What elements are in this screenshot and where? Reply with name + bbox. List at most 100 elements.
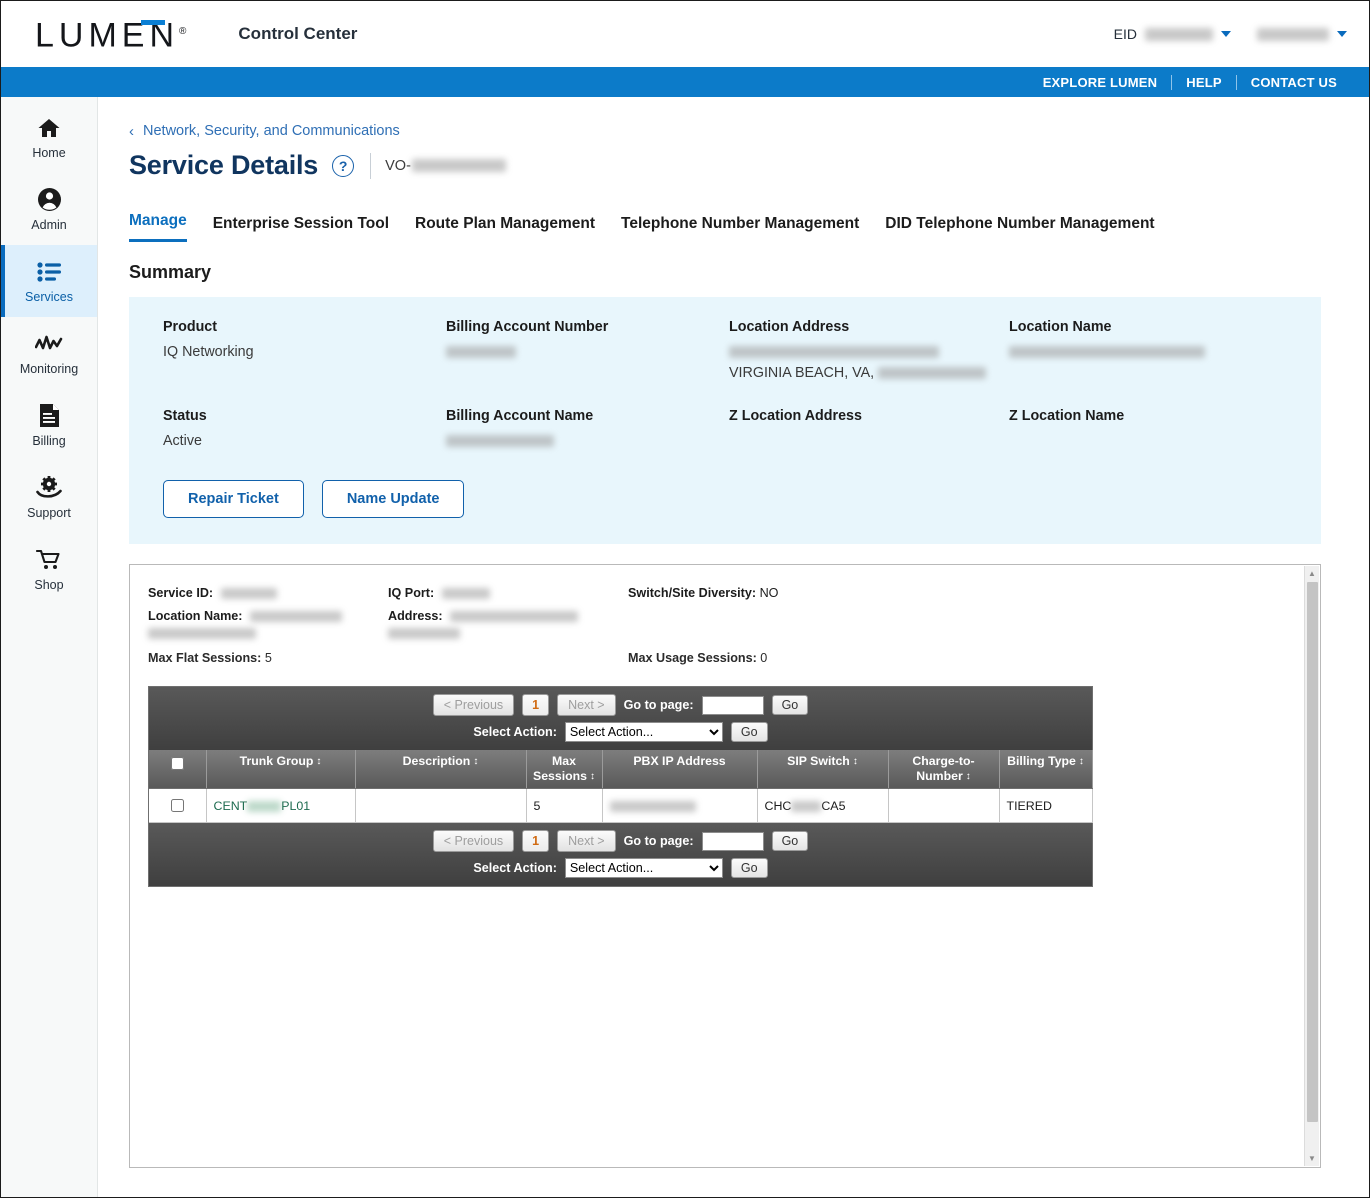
goto-page-go-button-bottom[interactable]: Go: [771, 831, 809, 851]
tab-route-plan-management[interactable]: Route Plan Management: [415, 215, 595, 242]
field-value: [446, 342, 729, 363]
logo-registered-mark: ®: [179, 26, 187, 38]
scrollbar-thumb[interactable]: [1307, 582, 1318, 1122]
scroll-down-arrow-icon[interactable]: ▼: [1305, 1151, 1319, 1166]
sort-icon: ↕: [316, 755, 322, 767]
goto-page-go-button[interactable]: Go: [771, 695, 809, 715]
column-trunk-group[interactable]: Trunk Group ↕: [206, 750, 356, 789]
frame-content: Service ID: IQ Port: Switch/Site Diversi…: [130, 565, 1320, 887]
nav-contact-us[interactable]: CONTACT US: [1237, 75, 1351, 90]
field-value: [446, 431, 729, 452]
goto-page-label-bottom: Go to page:: [623, 834, 694, 848]
column-select-all[interactable]: [149, 750, 207, 789]
page-title-row: Service Details ? VO-: [129, 150, 1337, 181]
name-update-button[interactable]: Name Update: [321, 480, 465, 518]
masked-value: [791, 800, 822, 812]
scroll-up-arrow-icon[interactable]: ▲: [1305, 566, 1319, 581]
table-row: CENT PL01 5 CHC CA5 TIERED: [149, 788, 1093, 823]
breadcrumb-label: Network, Security, and Communications: [143, 123, 400, 139]
pager-action-row: Select Action: Select Action... Go: [149, 722, 1092, 742]
summary-field-z-location-name: Z Location Name: [1009, 408, 1287, 452]
column-label: Max Sessions: [533, 754, 587, 783]
header-account-area: EID: [1114, 26, 1347, 42]
page-1-button[interactable]: 1: [522, 694, 550, 716]
goto-page-label: Go to page:: [623, 698, 694, 712]
info-max-usage-sessions: Max Usage Sessions: 0: [628, 651, 1302, 665]
cell-row-select[interactable]: [149, 788, 207, 823]
cell-pbx-ip-address: [602, 788, 758, 823]
field-label: Status: [163, 408, 207, 424]
tab-did-telephone-number-management[interactable]: DID Telephone Number Management: [885, 215, 1154, 242]
page-1-button-bottom[interactable]: 1: [522, 830, 550, 852]
sidebar-item-support[interactable]: Support: [1, 461, 97, 533]
sip-switch-prefix: CHC: [764, 798, 792, 813]
next-page-button-bottom[interactable]: Next >: [557, 830, 616, 852]
cell-billing-type: TIERED: [999, 788, 1093, 823]
service-id-masked: [411, 159, 506, 172]
eid-selector[interactable]: EID: [1114, 26, 1231, 42]
repair-ticket-button[interactable]: Repair Ticket: [163, 480, 304, 518]
pager-action-row: Select Action: Select Action... Go: [149, 858, 1092, 878]
select-action-go-button-bottom[interactable]: Go: [730, 858, 768, 878]
column-description[interactable]: Description ↕: [355, 750, 527, 789]
pager-nav-row: < Previous 1 Next > Go to page: Go: [149, 694, 1092, 716]
table-header-row: Trunk Group ↕ Description ↕ Max Sessions ↕ …: [149, 750, 1093, 789]
masked-value: [249, 611, 342, 623]
masked-value: [729, 346, 939, 359]
trunk-group-prefix: CENT: [213, 798, 248, 813]
sidebar-item-admin[interactable]: Admin: [1, 173, 97, 245]
tab-manage[interactable]: Manage: [129, 212, 187, 242]
user-menu[interactable]: [1257, 27, 1347, 41]
masked-value: [441, 588, 490, 600]
row-checkbox[interactable]: [171, 799, 185, 812]
sort-icon: ↕: [852, 755, 858, 767]
breadcrumb[interactable]: ‹ Network, Security, and Communications: [129, 123, 1337, 139]
summary-field-billing-account-number: Billing Account Number: [446, 319, 729, 384]
info-iq-port: IQ Port:: [388, 585, 628, 602]
sidebar-item-monitoring[interactable]: Monitoring: [1, 317, 97, 389]
sidebar-item-home[interactable]: Home: [1, 101, 97, 173]
select-all-checkbox[interactable]: [171, 757, 185, 770]
info-label: Switch/Site Diversity:: [628, 586, 757, 600]
session-limits: Max Flat Sessions: 5 Max Usage Sessions:…: [148, 651, 1302, 665]
field-value: VIRGINIA BEACH, VA,: [729, 342, 1009, 384]
next-page-button[interactable]: Next >: [557, 694, 616, 716]
nav-help[interactable]: HELP: [1172, 75, 1235, 90]
summary-card: Product IQ Networking Billing Account Nu…: [129, 297, 1321, 544]
masked-value: [609, 800, 696, 812]
tab-telephone-number-management[interactable]: Telephone Number Management: [621, 215, 859, 242]
previous-page-button-bottom[interactable]: < Previous: [432, 830, 515, 852]
field-label: Location Address: [729, 319, 850, 335]
summary-grid: Product IQ Networking Billing Account Nu…: [163, 319, 1287, 452]
goto-page-input-bottom[interactable]: [701, 831, 764, 851]
select-action-go-button[interactable]: Go: [730, 722, 768, 742]
service-id-prefix: VO-: [385, 157, 411, 174]
column-max-sessions[interactable]: Max Sessions ↕: [526, 750, 603, 789]
column-charge-to-number[interactable]: Charge-to-Number ↕: [888, 750, 1000, 789]
sidebar-item-services[interactable]: Services: [1, 245, 97, 317]
summary-field-location-name: Location Name: [1009, 319, 1287, 384]
sidebar-item-billing[interactable]: Billing: [1, 389, 97, 461]
eid-value-masked: [1145, 27, 1213, 41]
nav-explore-lumen[interactable]: EXPLORE LUMEN: [1029, 75, 1172, 90]
column-pbx-ip-address[interactable]: PBX IP Address: [602, 750, 758, 789]
column-billing-type[interactable]: Billing Type ↕: [999, 750, 1093, 789]
help-icon[interactable]: ?: [332, 154, 355, 177]
select-action-dropdown[interactable]: Select Action...: [564, 722, 723, 742]
lumen-logo[interactable]: LUMEN®: [35, 15, 187, 53]
summary-field-location-address: Location Address VIRGINIA BEACH, VA,: [729, 319, 1009, 384]
tab-enterprise-session-tool[interactable]: Enterprise Session Tool: [213, 215, 389, 242]
frame-vertical-scrollbar[interactable]: ▲ ▼: [1304, 566, 1319, 1166]
trunk-group-link[interactable]: CENT PL01: [214, 799, 311, 813]
select-action-dropdown-bottom[interactable]: Select Action...: [564, 858, 723, 878]
previous-page-button[interactable]: < Previous: [432, 694, 515, 716]
summary-section-title: Summary: [129, 262, 212, 282]
column-sip-switch[interactable]: SIP Switch ↕: [757, 750, 889, 789]
info-location-name: Location Name:: [148, 608, 388, 642]
column-label: Trunk Group: [239, 754, 314, 768]
select-action-label-bottom: Select Action:: [473, 861, 557, 875]
sidebar-item-shop[interactable]: Shop: [1, 533, 97, 605]
trunk-group-table-wrapper: < Previous 1 Next > Go to page: Go Selec…: [148, 686, 1093, 887]
eid-label: EID: [1113, 26, 1137, 42]
goto-page-input[interactable]: [701, 695, 764, 715]
